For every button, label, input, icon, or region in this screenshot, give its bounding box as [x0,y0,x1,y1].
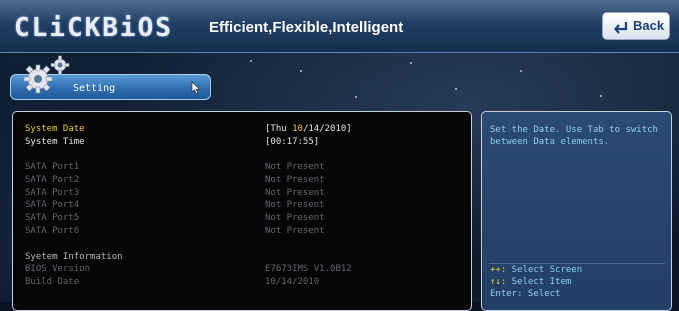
key-hint-key: Enter: [490,289,523,299]
help-description: Set the Date. Use Tab to switch between … [490,125,658,147]
tagline: Efficient,Flexible,Intelligent [209,19,404,36]
key-hint-key: ↑↓: [490,277,507,287]
back-button[interactable]: Back [602,12,670,40]
sata-port-label: SATA Port3 [25,188,80,198]
star-decoration [520,70,522,72]
sata-port-label: SATA Port4 [25,200,80,210]
back-arrow-icon [614,22,628,34]
key-hint-action: Select Screen [506,265,583,275]
sata-port-label: SATA Port2 [25,175,80,185]
sata-port-value: Not Present [265,226,325,236]
system-time-label[interactable]: System Time [25,137,85,148]
system-date-value[interactable]: [Thu 10/14/2010] [265,124,352,135]
sata-port-value: Not Present [265,162,325,172]
mouse-cursor-icon [191,81,201,95]
clickbios-logo: CLiCKBiOS [14,13,173,43]
star-decoration [455,88,457,90]
build-date-label: Build Date [25,277,80,287]
system-date-label[interactable]: System Date [25,124,85,135]
key-hint-key: ++: [490,265,507,275]
sata-port-value: Not Present [265,188,325,198]
system-date-suffix: /14/2010] [302,124,352,134]
system-date-month[interactable]: 10 [292,124,303,134]
system-information-heading: Syetem Information [25,252,123,262]
sata-port-value: Not Present [265,213,325,223]
key-hint-action: Select Item [506,277,572,287]
key-hint-select-item: ↑↓: Select Item [490,276,571,288]
key-hint-select-screen: ++: Select Screen [490,264,582,276]
key-hint-action: Select [522,289,561,299]
tab-setting-label: Setting [73,83,116,94]
build-date-value: 10/14/2010 [265,277,320,287]
system-time-value[interactable]: [00:17:55] [265,137,319,148]
gears-icon [23,55,70,94]
key-hint-select: Enter: Select [490,288,560,300]
star-decoration [355,96,357,98]
bios-version-value: E7673IMS V1.0B12 [265,264,352,274]
star-decoration [250,60,252,62]
sata-port-value: Not Present [265,175,325,185]
star-decoration [410,62,412,64]
back-button-label: Back [633,18,665,33]
bios-version-label: BIOS Version [25,264,91,274]
sata-port-label: SATA Port6 [25,226,80,236]
star-decoration [600,95,602,97]
system-date-prefix: [Thu [265,124,293,134]
sata-port-label: SATA Port1 [25,162,80,172]
star-decoration [300,70,302,72]
sata-port-value: Not Present [265,200,325,210]
sata-port-label: SATA Port5 [25,213,80,223]
